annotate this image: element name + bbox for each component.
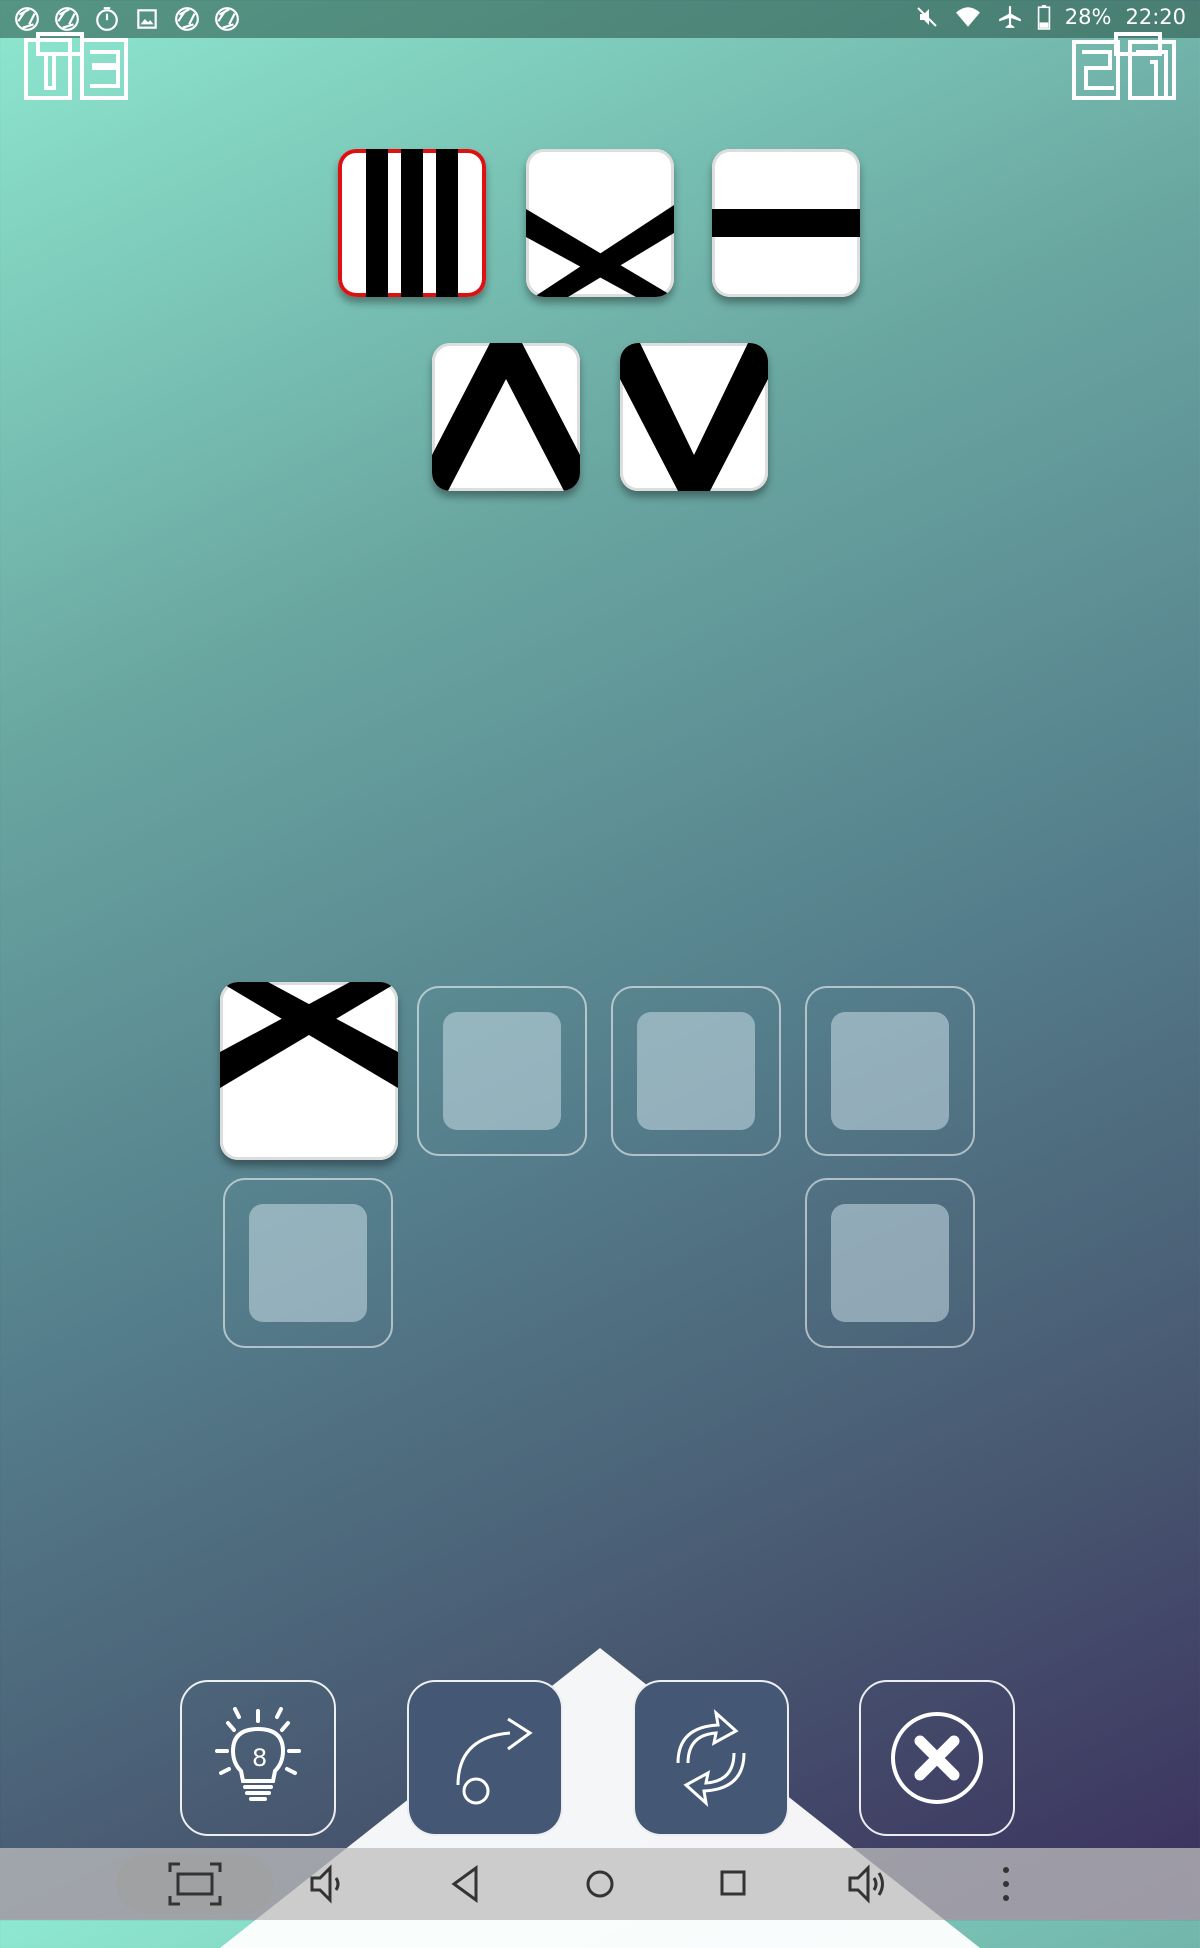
image-icon xyxy=(137,9,157,29)
aperture-icon xyxy=(175,7,199,31)
moves-counter: 27 xyxy=(1072,32,1176,102)
slot-empty[interactable] xyxy=(417,986,587,1156)
back-icon[interactable] xyxy=(444,1862,488,1906)
system-nav-bar xyxy=(0,1848,1200,1920)
redo-arrow-icon xyxy=(456,1717,533,1805)
volume-down-icon[interactable] xyxy=(306,1862,350,1906)
recents-icon[interactable] xyxy=(712,1862,756,1906)
slot-empty[interactable] xyxy=(223,1178,393,1348)
restart-button[interactable] xyxy=(633,1680,789,1836)
redo-button[interactable] xyxy=(407,1680,563,1836)
slot-placeholder xyxy=(637,1012,755,1130)
slot-empty[interactable] xyxy=(611,986,781,1156)
more-icon[interactable] xyxy=(984,1862,1028,1906)
hint-count: 8 xyxy=(252,1744,268,1772)
slot-empty[interactable] xyxy=(805,1178,975,1348)
battery-percent: 28% xyxy=(1064,5,1112,29)
timer-icon xyxy=(96,7,118,31)
aperture-icon xyxy=(15,7,39,31)
volume-up-icon[interactable] xyxy=(846,1862,890,1906)
aperture-icon xyxy=(55,7,79,31)
cross-bottom-pattern xyxy=(526,205,674,297)
caret-up-pattern xyxy=(432,343,580,491)
clock: 22:20 xyxy=(1125,5,1186,29)
slot-placeholder xyxy=(831,1204,949,1322)
aperture-icon xyxy=(215,7,239,31)
cross-top-pattern xyxy=(220,982,398,1088)
slot-filled-cross-top[interactable] xyxy=(220,982,398,1160)
slot-empty[interactable] xyxy=(805,986,975,1156)
level-digits-graphic xyxy=(24,32,128,100)
close-icon xyxy=(891,1712,983,1804)
slot-placeholder xyxy=(831,1012,949,1130)
vertical-stripes-pattern xyxy=(366,149,458,297)
tile-caret-down[interactable] xyxy=(620,343,768,491)
tile-vertical-stripes[interactable] xyxy=(338,149,486,297)
home-icon[interactable] xyxy=(578,1862,622,1906)
caret-down-pattern xyxy=(620,343,768,491)
status-bar: 28% 22:20 xyxy=(0,0,1200,38)
hint-button[interactable]: 8 xyxy=(180,1680,336,1836)
battery-icon xyxy=(1037,5,1051,30)
tile-caret-up[interactable] xyxy=(432,343,580,491)
airplane-icon xyxy=(998,6,1021,28)
mute-icon xyxy=(917,7,937,27)
moves-digits-graphic xyxy=(1072,32,1176,100)
wifi-icon xyxy=(955,7,980,27)
slot-placeholder xyxy=(443,1012,561,1130)
tile-horizontal-bar[interactable] xyxy=(712,149,860,297)
notification-icons xyxy=(14,6,240,32)
slot-placeholder xyxy=(249,1204,367,1322)
refresh-icon xyxy=(676,1709,746,1807)
screenshot-icon[interactable] xyxy=(168,1862,222,1906)
tile-cross-bottom[interactable] xyxy=(526,149,674,297)
level-counter: 03 xyxy=(24,32,128,102)
system-status: 28% 22:20 xyxy=(915,4,1186,30)
close-button[interactable] xyxy=(859,1680,1015,1836)
horizontal-bar-pattern xyxy=(712,209,860,237)
